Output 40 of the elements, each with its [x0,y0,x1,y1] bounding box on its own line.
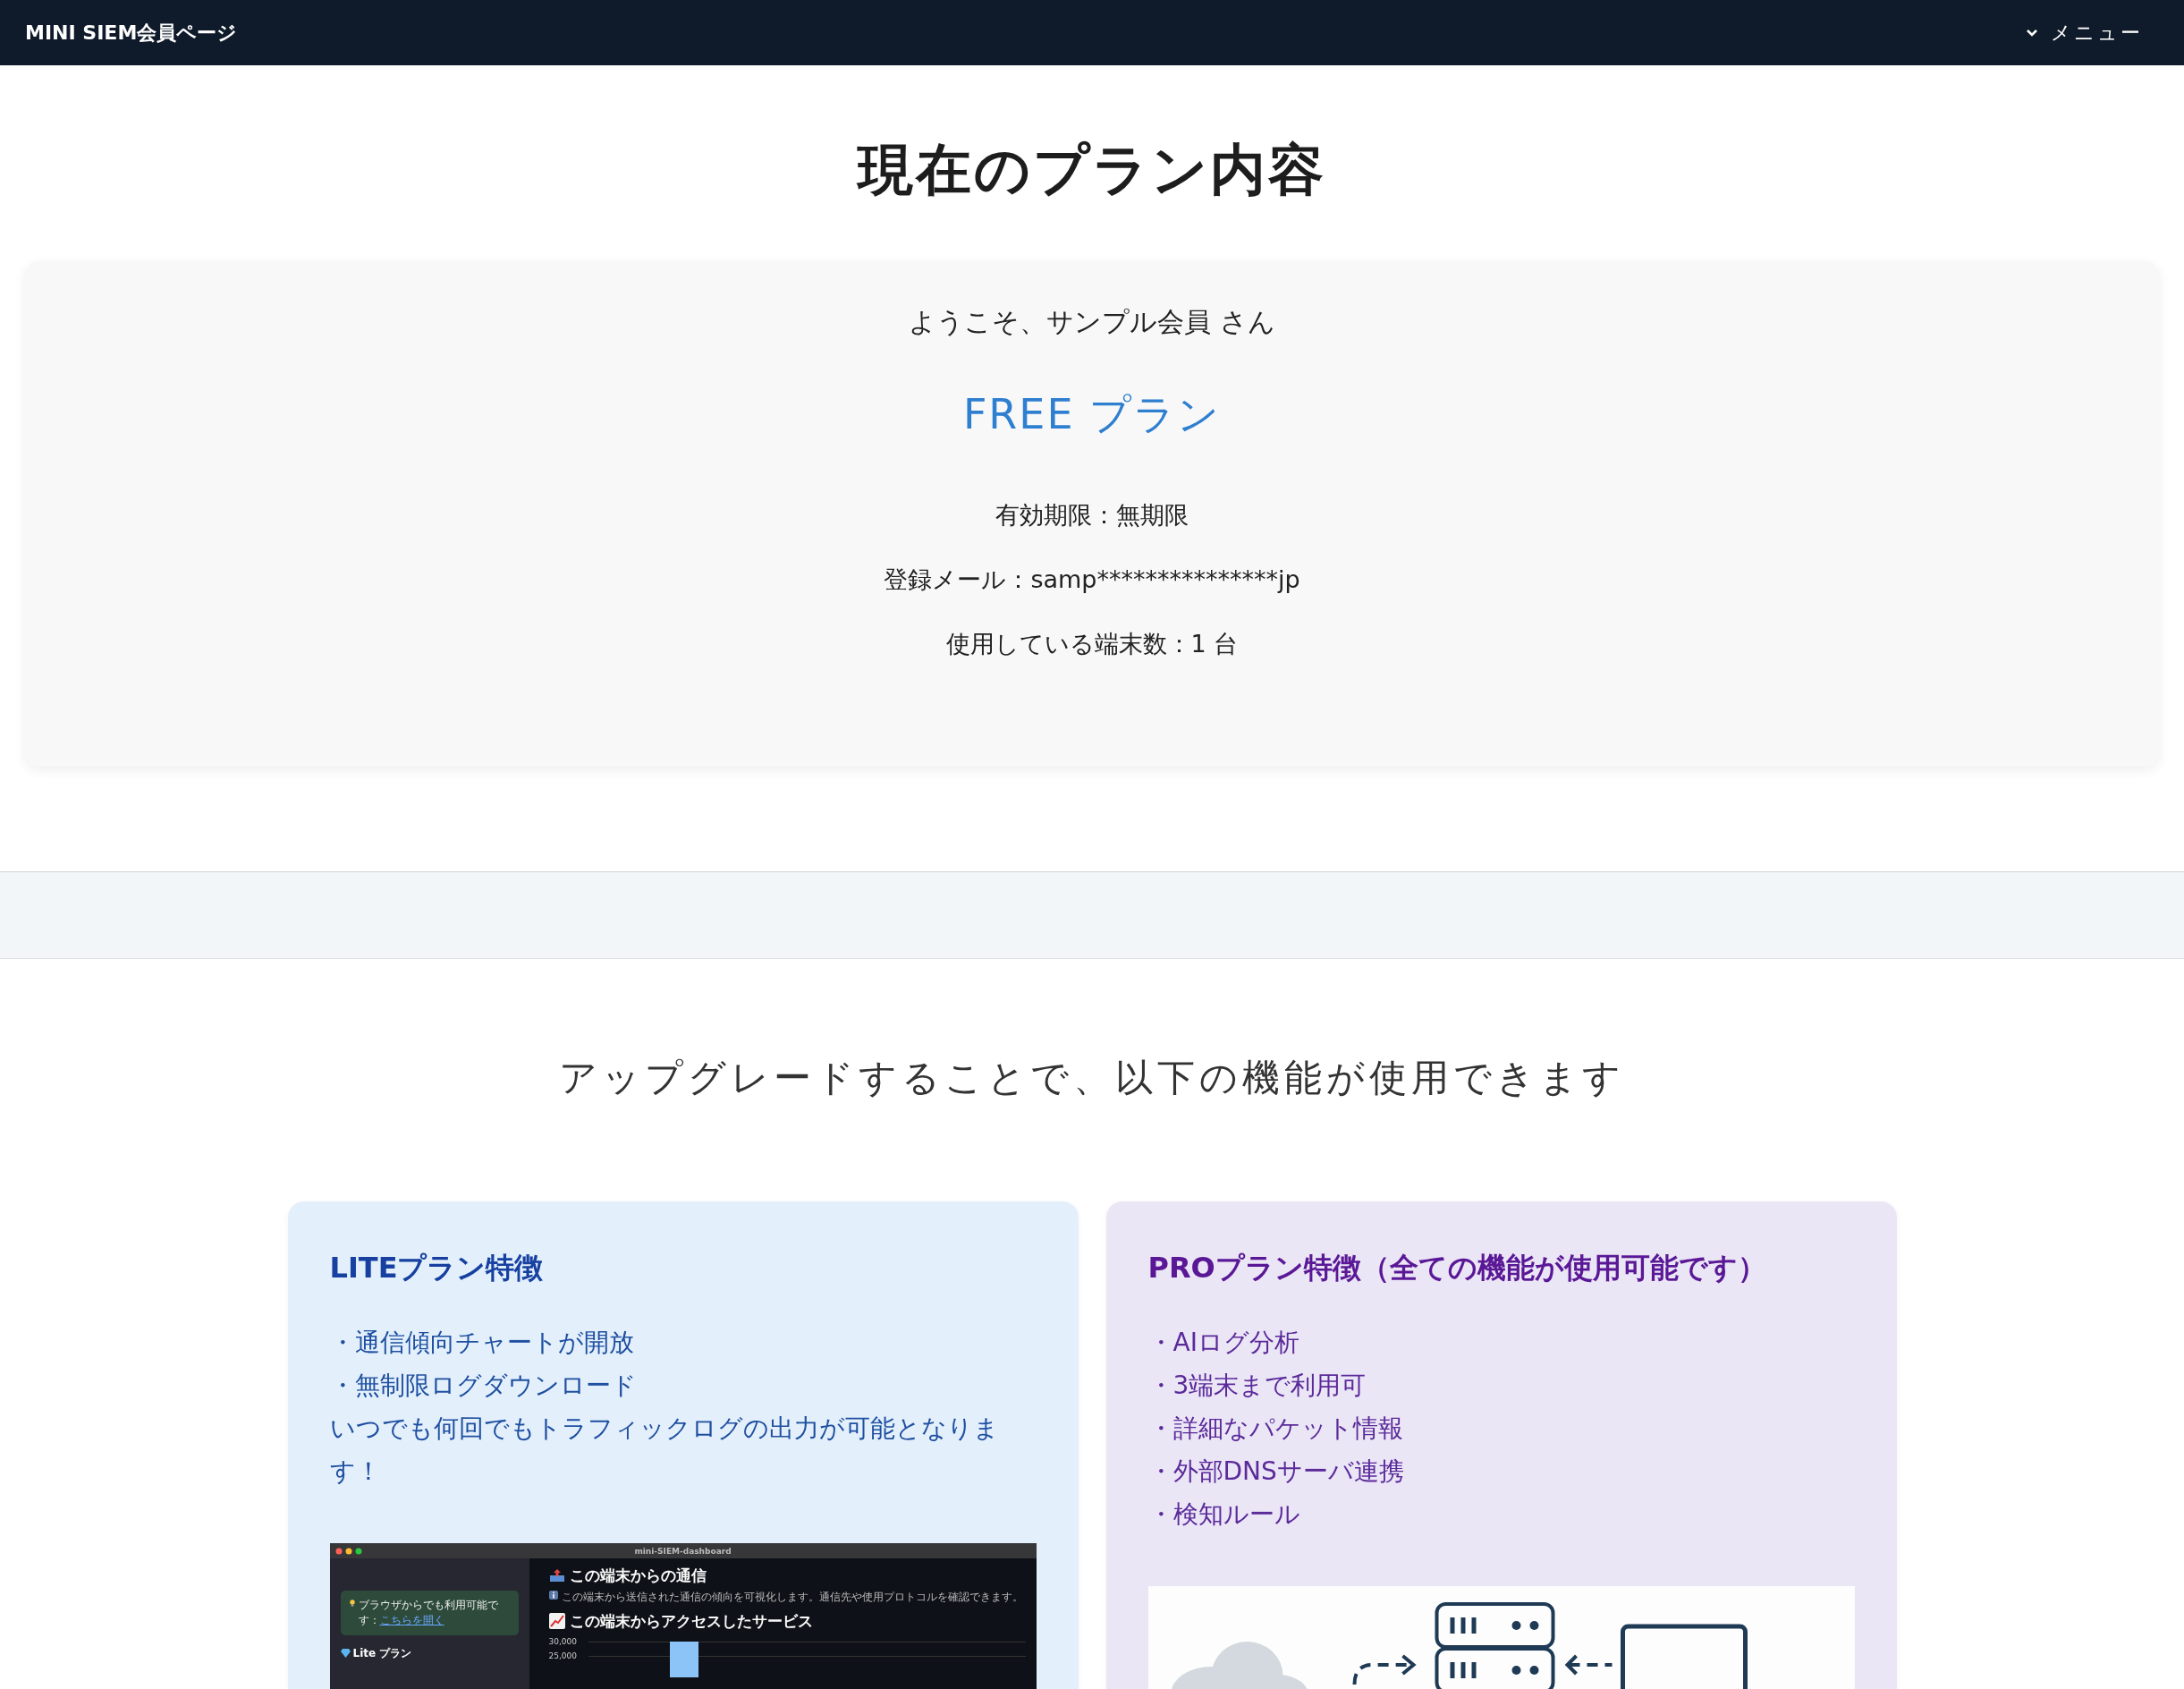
plan-detail: 有効期限：無期限 [995,500,1189,530]
chevron-down-icon [2026,28,2038,38]
welcome-text: ようこそ、サンプル会員 さん [909,305,1275,339]
server-icon [1435,1602,1554,1689]
feature-item: ・通信傾向チャートが開放 [329,1327,635,1359]
cloud-icon [1171,1642,1309,1689]
menu-button[interactable]: メニュー [2026,19,2143,47]
section-heading: この端末からアクセスしたサービス [569,1611,813,1631]
card-title: PROプラン特徴（全ての機能が使用可能です） [1147,1250,1767,1286]
dashed-arrow-icon [1564,1654,1612,1676]
card-title: LITEプラン特徴 [329,1250,545,1286]
plan-detail: 使用している端末数：1 台 [945,629,1239,659]
chart-bar [669,1642,698,1677]
feature-item: ・詳細なパケット情報 [1147,1413,1404,1445]
lightbulb-icon [349,1598,355,1608]
feature-item: ・検知ルール [1147,1498,1301,1531]
axis-tick-label: 30,000 [548,1637,578,1646]
open-link[interactable]: こちらを開く [379,1614,444,1626]
line-chart-icon [548,1613,565,1629]
info-icon [548,1591,558,1600]
laptop-icon [1620,1624,1748,1689]
feature-item: ・外部DNSサーバ連携 [1147,1456,1405,1488]
feature-item: ・3端末まで利用可 [1147,1370,1367,1402]
plan-detail: 登録メール：samp***************jp [884,564,1300,595]
page-title: 現在のプラン内容 [855,136,1327,204]
sidebar-plan-label: Lite プラン [352,1646,412,1660]
gem-icon [340,1649,351,1658]
window-title: mini-SIEM-dashboard [634,1546,732,1556]
feature-item: ・AIログ分析 [1147,1327,1300,1359]
notice-text: ブラウザからでも利用可能です：こちらを開く [358,1598,499,1628]
axis-tick-label: 25,000 [548,1651,578,1660]
feature-item: ・無制限ログダウンロード [329,1370,638,1402]
outbox-tray-icon [548,1568,565,1583]
site-title: MINI SIEM会員ページ [25,20,238,46]
section-heading: この端末からの通信 [569,1566,707,1585]
feature-item: いつでも何回でもトラフィックログの出力が可能となります！ [329,1413,1000,1488]
plan-name: FREE プラン [962,389,1222,440]
upgrade-heading: アップグレードすることで、以下の機能が使用できます [558,1055,1626,1101]
dashed-arrow-icon [1352,1654,1417,1685]
section-note: この端末から送信された通信の傾向を可視化します。通信先や使用プロトコルを確認できます。 [561,1591,1023,1604]
